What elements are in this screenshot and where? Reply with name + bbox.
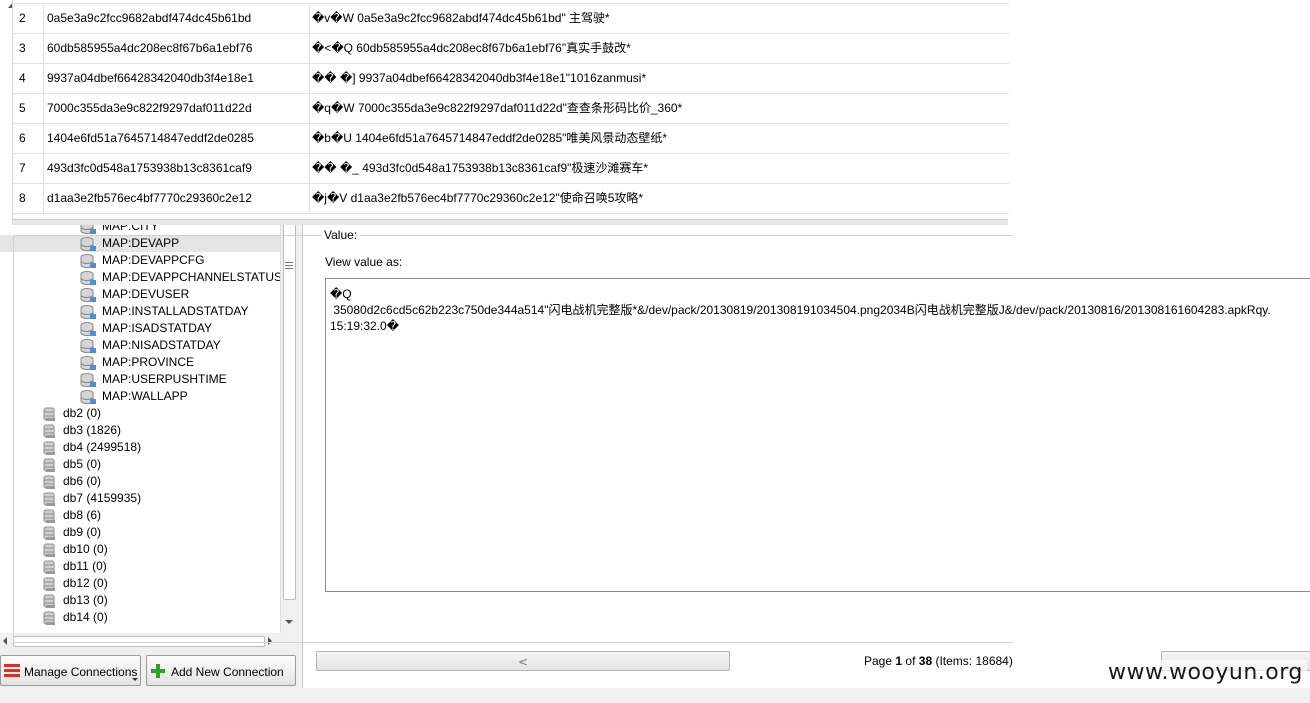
row-key: 493d3fc0d548a1753938b13c8361caf9 [44, 153, 310, 183]
previous-page-button[interactable]: < [316, 651, 730, 671]
plus-icon [151, 664, 165, 678]
value-legend: Value: [321, 228, 361, 242]
row-value: �� �] 9937a04dbef66428342040db3f4e18e1"1… [312, 71, 647, 85]
add-new-connection-label: Add New Connection [171, 665, 284, 679]
manage-connections-button[interactable]: Manage Connections [0, 655, 141, 686]
row-key: d1aa3e2fb576ec4bf7770c29360c2e12 [44, 183, 310, 213]
row-key: 1404e6fd51a7645714847eddf2de0285 [44, 123, 310, 153]
table-row[interactable]: 7 493d3fc0d548a1753938b13c8361caf9 �� �_ 4… [13, 153, 1009, 184]
row-index: 7 [13, 153, 44, 183]
table-row[interactable]: 8 d1aa3e2fb576ec4bf7770c29360c2e12 �j�V d1… [13, 183, 1009, 214]
values-table: 2 0a5e3a9c2fcc9682abdf474dc45b61bd �v�W 0a… [12, 0, 1009, 220]
row-value: �b�U 1404e6fd51a7645714847eddf2de0285"唯美… [312, 131, 668, 145]
status-bar [0, 694, 296, 703]
row-key: 60db585955a4dc208ec8f67b6a1ebf76 [44, 33, 310, 63]
table-row[interactable]: 6 1404e6fd51a7645714847eddf2de0285 �b�U 14… [13, 123, 1009, 154]
row-index: 3 [13, 33, 44, 63]
table-row[interactable]: 4 9937a04dbef66428342040db3f4e18e1 �� �] 9… [13, 63, 1009, 94]
row-index: 2 [13, 3, 44, 33]
table-row[interactable]: 2 0a5e3a9c2fcc9682abdf474dc45b61bd �v�W 0a… [13, 3, 1009, 34]
row-value: �j�V d1aa3e2fb576ec4bf7770c29360c2e12"使命… [312, 191, 644, 205]
table-row[interactable]: 3 60db585955a4dc208ec8f67b6a1ebf76 �<�Q 60… [13, 33, 1009, 64]
row-index: 6 [13, 123, 44, 153]
table-row [13, 0, 1009, 4]
scroll-left-icon[interactable] [3, 637, 7, 645]
watermark: www.wooyun.org [1104, 660, 1307, 685]
table-row[interactable]: 5 7000c355da3e9c822f9297daf011d22d �q�W 70… [13, 93, 1009, 124]
row-key: 7000c355da3e9c822f9297daf011d22d [44, 93, 310, 123]
dropdown-arrow-icon [132, 678, 138, 681]
table-horizontal-scrollbar[interactable] [12, 219, 1008, 225]
row-index: 4 [13, 63, 44, 93]
page-of: of [905, 654, 916, 668]
value-textarea[interactable]: �Q 35080d2c6cd5c62b223c750de344a514"闪电战机… [325, 278, 1310, 592]
row-value: �q�W 7000c355da3e9c822f9297daf011d22d"查查… [312, 101, 683, 115]
manage-connections-label: Manage Connections [24, 665, 138, 679]
current-page: 1 [895, 654, 903, 668]
page-prefix: Page [864, 654, 893, 668]
row-key: 9937a04dbef66428342040db3f4e18e1 [44, 63, 310, 93]
row-key: 0a5e3a9c2fcc9682abdf474dc45b61bd [44, 3, 310, 33]
total-pages: 38 [918, 654, 933, 668]
menu-icon [4, 664, 20, 677]
row-value: �v�W 0a5e3a9c2fcc9682abdf474dc45b61bd" 主… [312, 11, 610, 25]
page-info: Page 1 of 38 (Items: 18684) [864, 654, 1013, 668]
row-value: �� �_ 493d3fc0d548a1753938b13c8361caf9"极… [312, 161, 649, 175]
items-count: (Items: 18684) [935, 654, 1013, 668]
row-value: �<�Q 60db585955a4dc208ec8f67b6a1ebf76"真实… [312, 41, 631, 55]
add-new-connection-button[interactable]: Add New Connection [146, 655, 296, 686]
row-index: 5 [13, 93, 44, 123]
view-value-as-label: View value as: [325, 255, 403, 269]
row-index: 8 [13, 183, 44, 213]
